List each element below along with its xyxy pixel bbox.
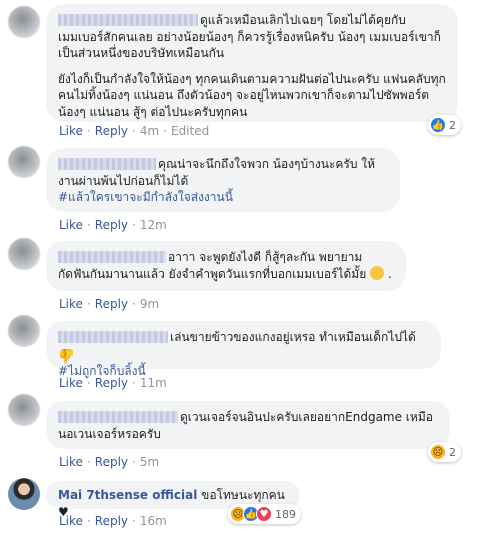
timestamp[interactable]: 9m — [140, 297, 159, 311]
redacted-name — [58, 14, 198, 26]
like-link[interactable]: Like — [59, 218, 83, 232]
comment-actions: Like · Reply · 11m — [59, 376, 167, 390]
love-icon: ♥ — [256, 506, 272, 522]
comment-actions: Like · Reply · 16m — [59, 514, 167, 528]
comment-bubble: คุณน่าจะนึกถึงใจพวก น้องๆบ้างนะครับ ให้ง… — [46, 148, 400, 212]
reaction-count: 2 — [449, 118, 456, 132]
comment-bubble: ดูแล้วเหมือนเลิกไปเฉยๆ โดยไม่ได้คุยกับเม… — [46, 4, 458, 122]
like-link[interactable]: Like — [59, 514, 83, 528]
like-link[interactable]: Like — [59, 376, 83, 390]
comment-bubble: ดูเวนเจอร์จนอินปะครับเลยอยากEndgame เหมื… — [46, 401, 450, 449]
redacted-name — [58, 158, 156, 170]
reaction-count: 2 — [449, 445, 456, 459]
reply-link[interactable]: Reply — [95, 297, 128, 311]
redacted-name — [58, 411, 178, 423]
comment-bubble: อาาา จะพูดยังไงดี ก็สู้ๆละกัน พยายามกัดฟ… — [46, 241, 406, 291]
comment-bubble: เล่นขายข้าวของแกงอยู่เหรอ ทำเหมือนเด็กไป… — [46, 321, 441, 378]
commenter-name[interactable]: Mai 7thsense official — [58, 488, 197, 502]
like-link[interactable]: Like — [59, 124, 83, 138]
redacted-name — [58, 331, 168, 343]
reply-link[interactable]: Reply — [95, 218, 128, 232]
reaction-summary[interactable]: ☹ 👍 ♥ 189 — [228, 504, 301, 524]
comment-actions: Like · Reply · 9m — [59, 297, 160, 311]
edited-label[interactable]: Edited — [171, 124, 209, 138]
like-icon: 👍 — [430, 117, 446, 133]
like-link[interactable]: Like — [59, 455, 83, 469]
reply-link[interactable]: Reply — [95, 124, 128, 138]
timestamp[interactable]: 12m — [140, 218, 167, 232]
avatar[interactable] — [8, 6, 40, 38]
avatar[interactable] — [8, 146, 40, 178]
redacted-name — [58, 251, 166, 263]
comment-actions: Like · Reply · 4m · Edited — [59, 124, 210, 138]
comment-text: เล่นขายข้าวของแกงอยู่เหรอ ทำเหมือนเด็กไป… — [170, 330, 416, 344]
avatar[interactable] — [8, 315, 40, 347]
like-link[interactable]: Like — [59, 297, 83, 311]
timestamp[interactable]: 11m — [140, 376, 167, 390]
reply-link[interactable]: Reply — [95, 514, 128, 528]
avatar[interactable] — [8, 394, 40, 426]
timestamp[interactable]: 5m — [140, 455, 159, 469]
comment-text: ขอโทษนะทุกคน — [201, 488, 285, 502]
reply-link[interactable]: Reply — [95, 376, 128, 390]
avatar[interactable] — [8, 478, 40, 510]
timestamp[interactable]: 4m — [140, 124, 159, 138]
reaction-count: 189 — [275, 507, 296, 521]
reaction-summary[interactable]: ☹ 2 — [428, 442, 461, 462]
comment-actions: Like · Reply · 5m — [59, 455, 160, 469]
reaction-summary[interactable]: 👍 2 — [428, 115, 461, 135]
sad-icon: ☹ — [430, 444, 446, 460]
avatar[interactable] — [8, 238, 40, 270]
hashtag-link[interactable]: #แล้วใครเขาจะมีกำลังใจส่งงานนี้ — [58, 189, 388, 206]
reply-link[interactable]: Reply — [95, 455, 128, 469]
smile-emoji-icon — [370, 265, 385, 280]
thumbs-down-emoji-icon: 👍 — [58, 347, 76, 363]
timestamp[interactable]: 16m — [140, 514, 167, 528]
comment-actions: Like · Reply · 12m — [59, 218, 167, 232]
comment-text-continued: ยังไงก็เป็นกำลังใจให้น้องๆ ทุกคนเดินตามค… — [58, 71, 446, 119]
